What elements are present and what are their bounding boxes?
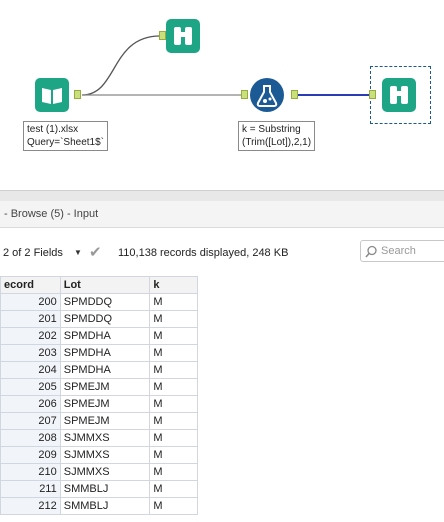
- results-toolbar: 2 of 2 Fields ▼ ✔ 110,138 records displa…: [0, 228, 444, 276]
- book-icon: [42, 88, 62, 104]
- record-cell: 201: [0, 310, 61, 328]
- k-cell: M: [149, 344, 198, 362]
- input-tool-annotation: test (1).xlsx Query=`Sheet1$`: [23, 121, 108, 151]
- table-row[interactable]: 204 SPMDHA M: [0, 361, 198, 379]
- record-info: 110,138 records displayed, 248 KB: [118, 247, 289, 259]
- table-row[interactable]: 207 SPMEJM M: [0, 412, 198, 430]
- pane-splitter[interactable]: [0, 190, 444, 201]
- record-cell: 203: [0, 344, 61, 362]
- results-title: - Browse (5) - Input: [4, 208, 99, 220]
- table-row[interactable]: 210 SJMMXS M: [0, 463, 198, 481]
- flask-icon: [256, 85, 278, 107]
- table-row[interactable]: 205 SPMEJM M: [0, 378, 198, 396]
- browse-tool-top[interactable]: [166, 19, 200, 53]
- record-cell: 200: [0, 293, 61, 311]
- connection-input-to-browse-top[interactable]: [81, 35, 161, 96]
- output-anchor[interactable]: [74, 90, 81, 99]
- lot-cell: SPMEJM: [59, 395, 151, 413]
- output-anchor[interactable]: [291, 90, 298, 99]
- binoculars-icon: [174, 27, 192, 45]
- lot-cell: SPMDDQ: [59, 310, 151, 328]
- input-anchor[interactable]: [241, 90, 248, 99]
- column-header-record[interactable]: ecord: [0, 276, 61, 294]
- k-cell: M: [149, 412, 198, 430]
- k-cell: M: [149, 497, 198, 515]
- table-row[interactable]: 200 SPMDDQ M: [0, 293, 198, 311]
- chevron-down-icon[interactable]: ▼: [74, 248, 82, 257]
- record-cell: 205: [0, 378, 61, 396]
- k-cell: M: [149, 429, 198, 447]
- results-grid[interactable]: ecord Lot k 200 SPMDDQ M 201 SPMDDQ M 202 SPM…: [0, 276, 198, 515]
- search-icon: [365, 245, 377, 258]
- k-cell: M: [149, 395, 198, 413]
- k-cell: M: [149, 361, 198, 379]
- table-row[interactable]: 202 SPMDHA M: [0, 327, 198, 345]
- column-header-k[interactable]: k: [149, 276, 198, 294]
- table-row[interactable]: 209 SJMMXS M: [0, 446, 198, 464]
- lot-cell: SPMEJM: [59, 378, 151, 396]
- lot-cell: SJMMXS: [59, 463, 151, 481]
- k-cell: M: [149, 293, 198, 311]
- input-anchor[interactable]: [159, 31, 166, 40]
- lot-cell: SPMDHA: [59, 344, 151, 362]
- record-cell: 212: [0, 497, 61, 515]
- lot-cell: SJMMXS: [59, 429, 151, 447]
- k-cell: M: [149, 463, 198, 481]
- formula-tool-annotation: k = Substring (Trim([Lot]),2,1): [238, 121, 316, 151]
- lot-cell: SPMEJM: [59, 412, 151, 430]
- lot-cell: SMMBLJ: [59, 497, 151, 515]
- record-cell: 211: [0, 480, 61, 498]
- table-row[interactable]: 203 SPMDHA M: [0, 344, 198, 362]
- record-cell: 202: [0, 327, 61, 345]
- workflow-canvas[interactable]: test (1).xlsx Query=`Sheet1$` k = Substr…: [0, 0, 444, 190]
- browse-tool-selected[interactable]: [382, 78, 416, 112]
- k-cell: M: [149, 480, 198, 498]
- search-input[interactable]: [381, 242, 444, 260]
- column-header-lot[interactable]: Lot: [59, 276, 151, 294]
- checkmark-icon[interactable]: ✔: [89, 243, 102, 261]
- lot-cell: SPMDHA: [59, 361, 151, 379]
- record-cell: 204: [0, 361, 61, 379]
- record-cell: 209: [0, 446, 61, 464]
- k-cell: M: [149, 378, 198, 396]
- header-row: ecord Lot k: [0, 276, 198, 294]
- lot-cell: SMMBLJ: [59, 480, 151, 498]
- record-cell: 207: [0, 412, 61, 430]
- binoculars-icon: [390, 86, 408, 104]
- table-row[interactable]: 201 SPMDDQ M: [0, 310, 198, 328]
- table-row[interactable]: 211 SMMBLJ M: [0, 480, 198, 498]
- results-title-bar: - Browse (5) - Input: [0, 201, 444, 228]
- table-row[interactable]: 206 SPMEJM M: [0, 395, 198, 413]
- search-box[interactable]: [360, 240, 444, 262]
- record-cell: 206: [0, 395, 61, 413]
- lot-cell: SPMDHA: [59, 327, 151, 345]
- lot-cell: SPMDDQ: [59, 293, 151, 311]
- table-row[interactable]: 212 SMMBLJ M: [0, 497, 198, 515]
- k-cell: M: [149, 327, 198, 345]
- input-data-tool[interactable]: [35, 78, 69, 112]
- record-cell: 208: [0, 429, 61, 447]
- k-cell: M: [149, 446, 198, 464]
- record-cell: 210: [0, 463, 61, 481]
- input-anchor[interactable]: [369, 90, 376, 99]
- table-row[interactable]: 208 SJMMXS M: [0, 429, 198, 447]
- formula-tool[interactable]: [250, 78, 284, 112]
- lot-cell: SJMMXS: [59, 446, 151, 464]
- k-cell: M: [149, 310, 198, 328]
- fields-selector[interactable]: 2 of 2 Fields: [3, 247, 63, 259]
